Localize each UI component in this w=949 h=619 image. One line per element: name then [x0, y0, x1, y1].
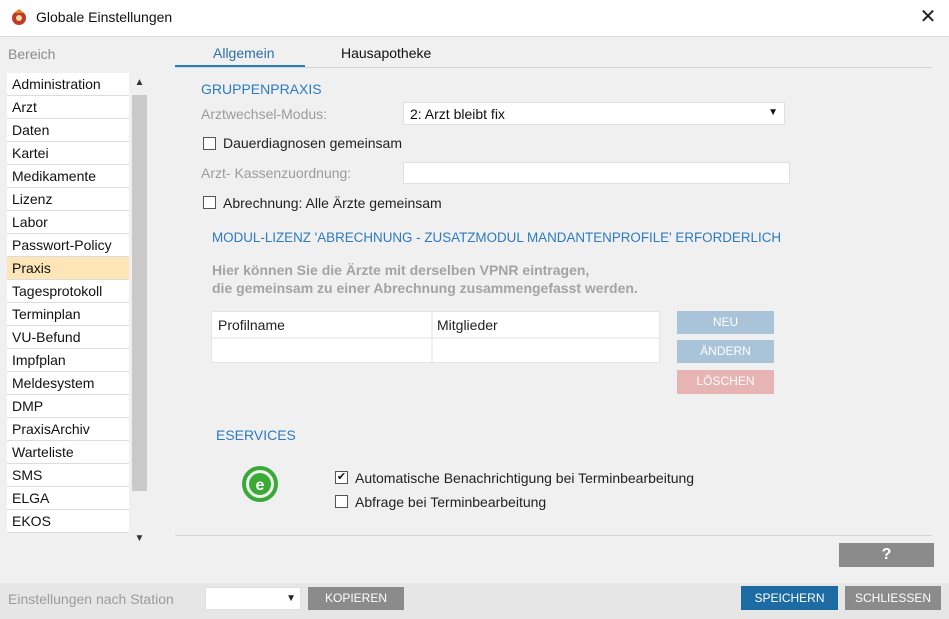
close-button[interactable]: ✕: [912, 4, 944, 32]
arztwechsel-select[interactable]: 2: Arzt bleibt fix ▼: [403, 102, 785, 125]
sidebar-item-tagesprotokoll[interactable]: Tagesprotokoll: [7, 280, 129, 303]
title-bar: Globale Einstellungen ✕: [0, 0, 949, 37]
app-logo-icon: [12, 9, 26, 25]
auto-notify-checkbox[interactable]: ✔: [335, 471, 348, 484]
sidebar-header: Bereich: [8, 46, 56, 62]
aendern-button[interactable]: ÄNDERN: [677, 340, 774, 363]
section-title-gruppenpraxis: GRUPPENPRAXIS: [201, 81, 322, 97]
sidebar-item-dmp[interactable]: DMP: [7, 395, 129, 418]
window-title: Globale Einstellungen: [36, 9, 173, 25]
tab-divider: [175, 67, 932, 68]
sidebar-item-daten[interactable]: Daten: [7, 119, 129, 142]
sidebar-item-lizenz[interactable]: Lizenz: [7, 188, 129, 211]
eservices-logo-icon: e: [242, 466, 278, 502]
svg-text:e: e: [256, 477, 265, 494]
help-button[interactable]: ?: [839, 543, 934, 567]
hint-line-2: die gemeinsam zu einer Abrechnung zusamm…: [212, 280, 638, 296]
auto-notify-label: Automatische Benachrichtigung bei Termin…: [355, 470, 695, 486]
sidebar-item-arzt[interactable]: Arzt: [7, 96, 129, 119]
sidebar-item-praxis[interactable]: Praxis: [7, 257, 129, 280]
license-notice: MODUL-LIZENZ 'ABRECHNUNG - ZUSATZMODUL M…: [212, 230, 782, 245]
dropdown-arrow-icon: ▼: [768, 107, 778, 118]
sidebar-item-sms[interactable]: SMS: [7, 464, 129, 487]
station-label: Einstellungen nach Station: [8, 591, 174, 607]
sidebar-item-impfplan[interactable]: Impfplan: [7, 349, 129, 372]
sidebar-item-terminplan[interactable]: Terminplan: [7, 303, 129, 326]
abrechnung-checkbox[interactable]: [203, 196, 216, 209]
kopieren-button[interactable]: KOPIEREN: [308, 587, 404, 610]
dauerdiagnosen-label: Dauerdiagnosen gemeinsam: [223, 135, 402, 151]
sidebar-item-praxisarchiv[interactable]: PraxisArchiv: [7, 418, 129, 441]
tab-allgemein[interactable]: Allgemein: [213, 45, 274, 61]
tab-hausapotheke[interactable]: Hausapotheke: [341, 45, 431, 61]
query-checkbox[interactable]: [335, 495, 348, 508]
sidebar-item-passwort-policy[interactable]: Passwort-Policy: [7, 234, 129, 257]
station-select[interactable]: ▼: [205, 587, 301, 610]
query-label: Abfrage bei Terminbearbeitung: [355, 494, 547, 510]
column-header-mitglieder: Mitglieder: [437, 317, 498, 333]
loeschen-button[interactable]: LÖSCHEN: [677, 370, 774, 394]
profile-table[interactable]: Profilname Mitglieder: [211, 311, 660, 363]
kassenzuordnung-label: Arzt- Kassenzuordnung:: [201, 165, 352, 181]
sidebar-item-warteliste[interactable]: Warteliste: [7, 441, 129, 464]
sidebar-item-elga[interactable]: ELGA: [7, 487, 129, 510]
hint-line-1: Hier können Sie die Ärzte mit derselben …: [212, 262, 590, 278]
scroll-down-icon[interactable]: ▼: [130, 529, 149, 549]
column-header-profilname: Profilname: [218, 317, 285, 333]
speichern-button[interactable]: SPEICHERN: [741, 586, 838, 610]
sidebar-item-vu-befund[interactable]: VU-Befund: [7, 326, 129, 349]
sidebar-list: Administration Arzt Daten Kartei Medikamente…: [7, 73, 129, 533]
schliessen-button[interactable]: SCHLIESSEN: [845, 586, 941, 610]
section-title-eservices: ESERVICES: [216, 427, 296, 443]
dauerdiagnosen-checkbox[interactable]: [203, 137, 216, 150]
sidebar-item-labor[interactable]: Labor: [7, 211, 129, 234]
sidebar-item-administration[interactable]: Administration: [7, 73, 129, 96]
arztwechsel-value: 2: Arzt bleibt fix: [410, 106, 505, 122]
sidebar-item-kartei[interactable]: Kartei: [7, 142, 129, 165]
dropdown-arrow-icon: ▼: [286, 593, 296, 604]
content-divider: [175, 535, 932, 536]
sidebar-item-ekos[interactable]: EKOS: [7, 510, 129, 533]
kassenzuordnung-input[interactable]: [403, 162, 790, 184]
sidebar-item-medikamente[interactable]: Medikamente: [7, 165, 129, 188]
abrechnung-label: Abrechnung: Alle Ärzte gemeinsam: [223, 195, 442, 211]
scroll-up-icon[interactable]: ▲: [130, 73, 149, 93]
sidebar-item-meldesystem[interactable]: Meldesystem: [7, 372, 129, 395]
neu-button[interactable]: NEU: [677, 311, 774, 334]
scrollbar-thumb[interactable]: [132, 95, 147, 491]
arztwechsel-label: Arztwechsel-Modus:: [201, 106, 328, 122]
table-column-divider: [431, 337, 433, 362]
